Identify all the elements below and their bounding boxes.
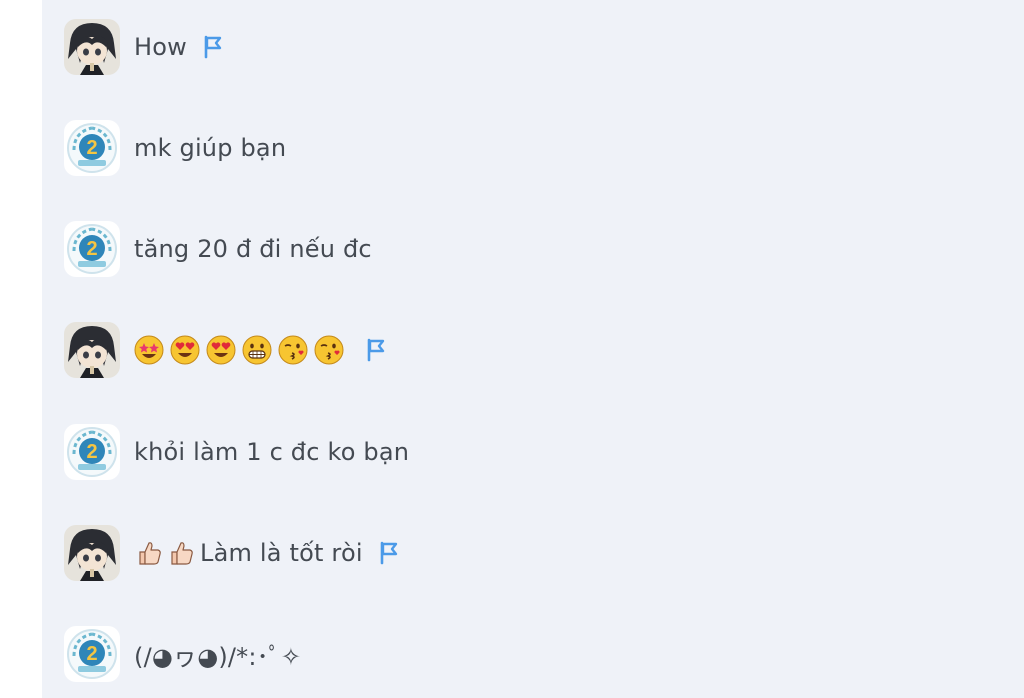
heart-eyes-emoji-icon (206, 335, 236, 365)
message-text: How (134, 33, 187, 61)
message-text: (/◕ヮ◕)/*:･ﾟ✧ (134, 642, 302, 671)
olm-badge-avatar[interactable] (64, 221, 120, 277)
grin-emoji-icon (242, 335, 272, 365)
chat-panel[interactable]: How mk giúp bạn tăng 20 đ đi nếu đc khỏi… (42, 0, 1024, 698)
message-text: khỏi làm 1 c đc ko bạn (134, 438, 410, 466)
star-struck-emoji-icon (134, 335, 164, 365)
anime-avatar[interactable] (64, 525, 120, 581)
message-text: Làm là tốt ròi (200, 539, 363, 567)
flag-icon[interactable] (366, 338, 386, 362)
message-text: tăng 20 đ đi nếu đc (134, 235, 372, 263)
page: How mk giúp bạn tăng 20 đ đi nếu đc khỏi… (0, 0, 1024, 698)
chat-message: khỏi làm 1 c đc ko bạn (64, 422, 409, 482)
thumbs-up-emoji-icon (134, 538, 164, 568)
olm-badge-avatar[interactable] (64, 424, 120, 480)
olm-badge-avatar[interactable] (64, 626, 120, 682)
olm-badge-avatar[interactable] (64, 120, 120, 176)
chat-message: (/◕ヮ◕)/*:･ﾟ✧ (64, 624, 301, 684)
kiss-wink-emoji-icon (314, 335, 344, 365)
anime-avatar[interactable] (64, 19, 120, 75)
thumbs-up-emoji-icon (166, 538, 196, 568)
message-content: Làm là tốt ròi (134, 538, 363, 568)
kiss-wink-emoji-icon (278, 335, 308, 365)
message-text: mk giúp bạn (134, 134, 287, 162)
chat-message: mk giúp bạn (64, 118, 286, 178)
chat-message: Làm là tốt ròi (64, 523, 399, 583)
flag-icon[interactable] (203, 35, 223, 59)
flag-icon[interactable] (379, 541, 399, 565)
anime-avatar[interactable] (64, 322, 120, 378)
chat-message: How (64, 17, 223, 77)
heart-eyes-emoji-icon (170, 335, 200, 365)
chat-message (64, 320, 386, 380)
chat-message: tăng 20 đ đi nếu đc (64, 219, 372, 279)
emoji-row (134, 335, 350, 365)
